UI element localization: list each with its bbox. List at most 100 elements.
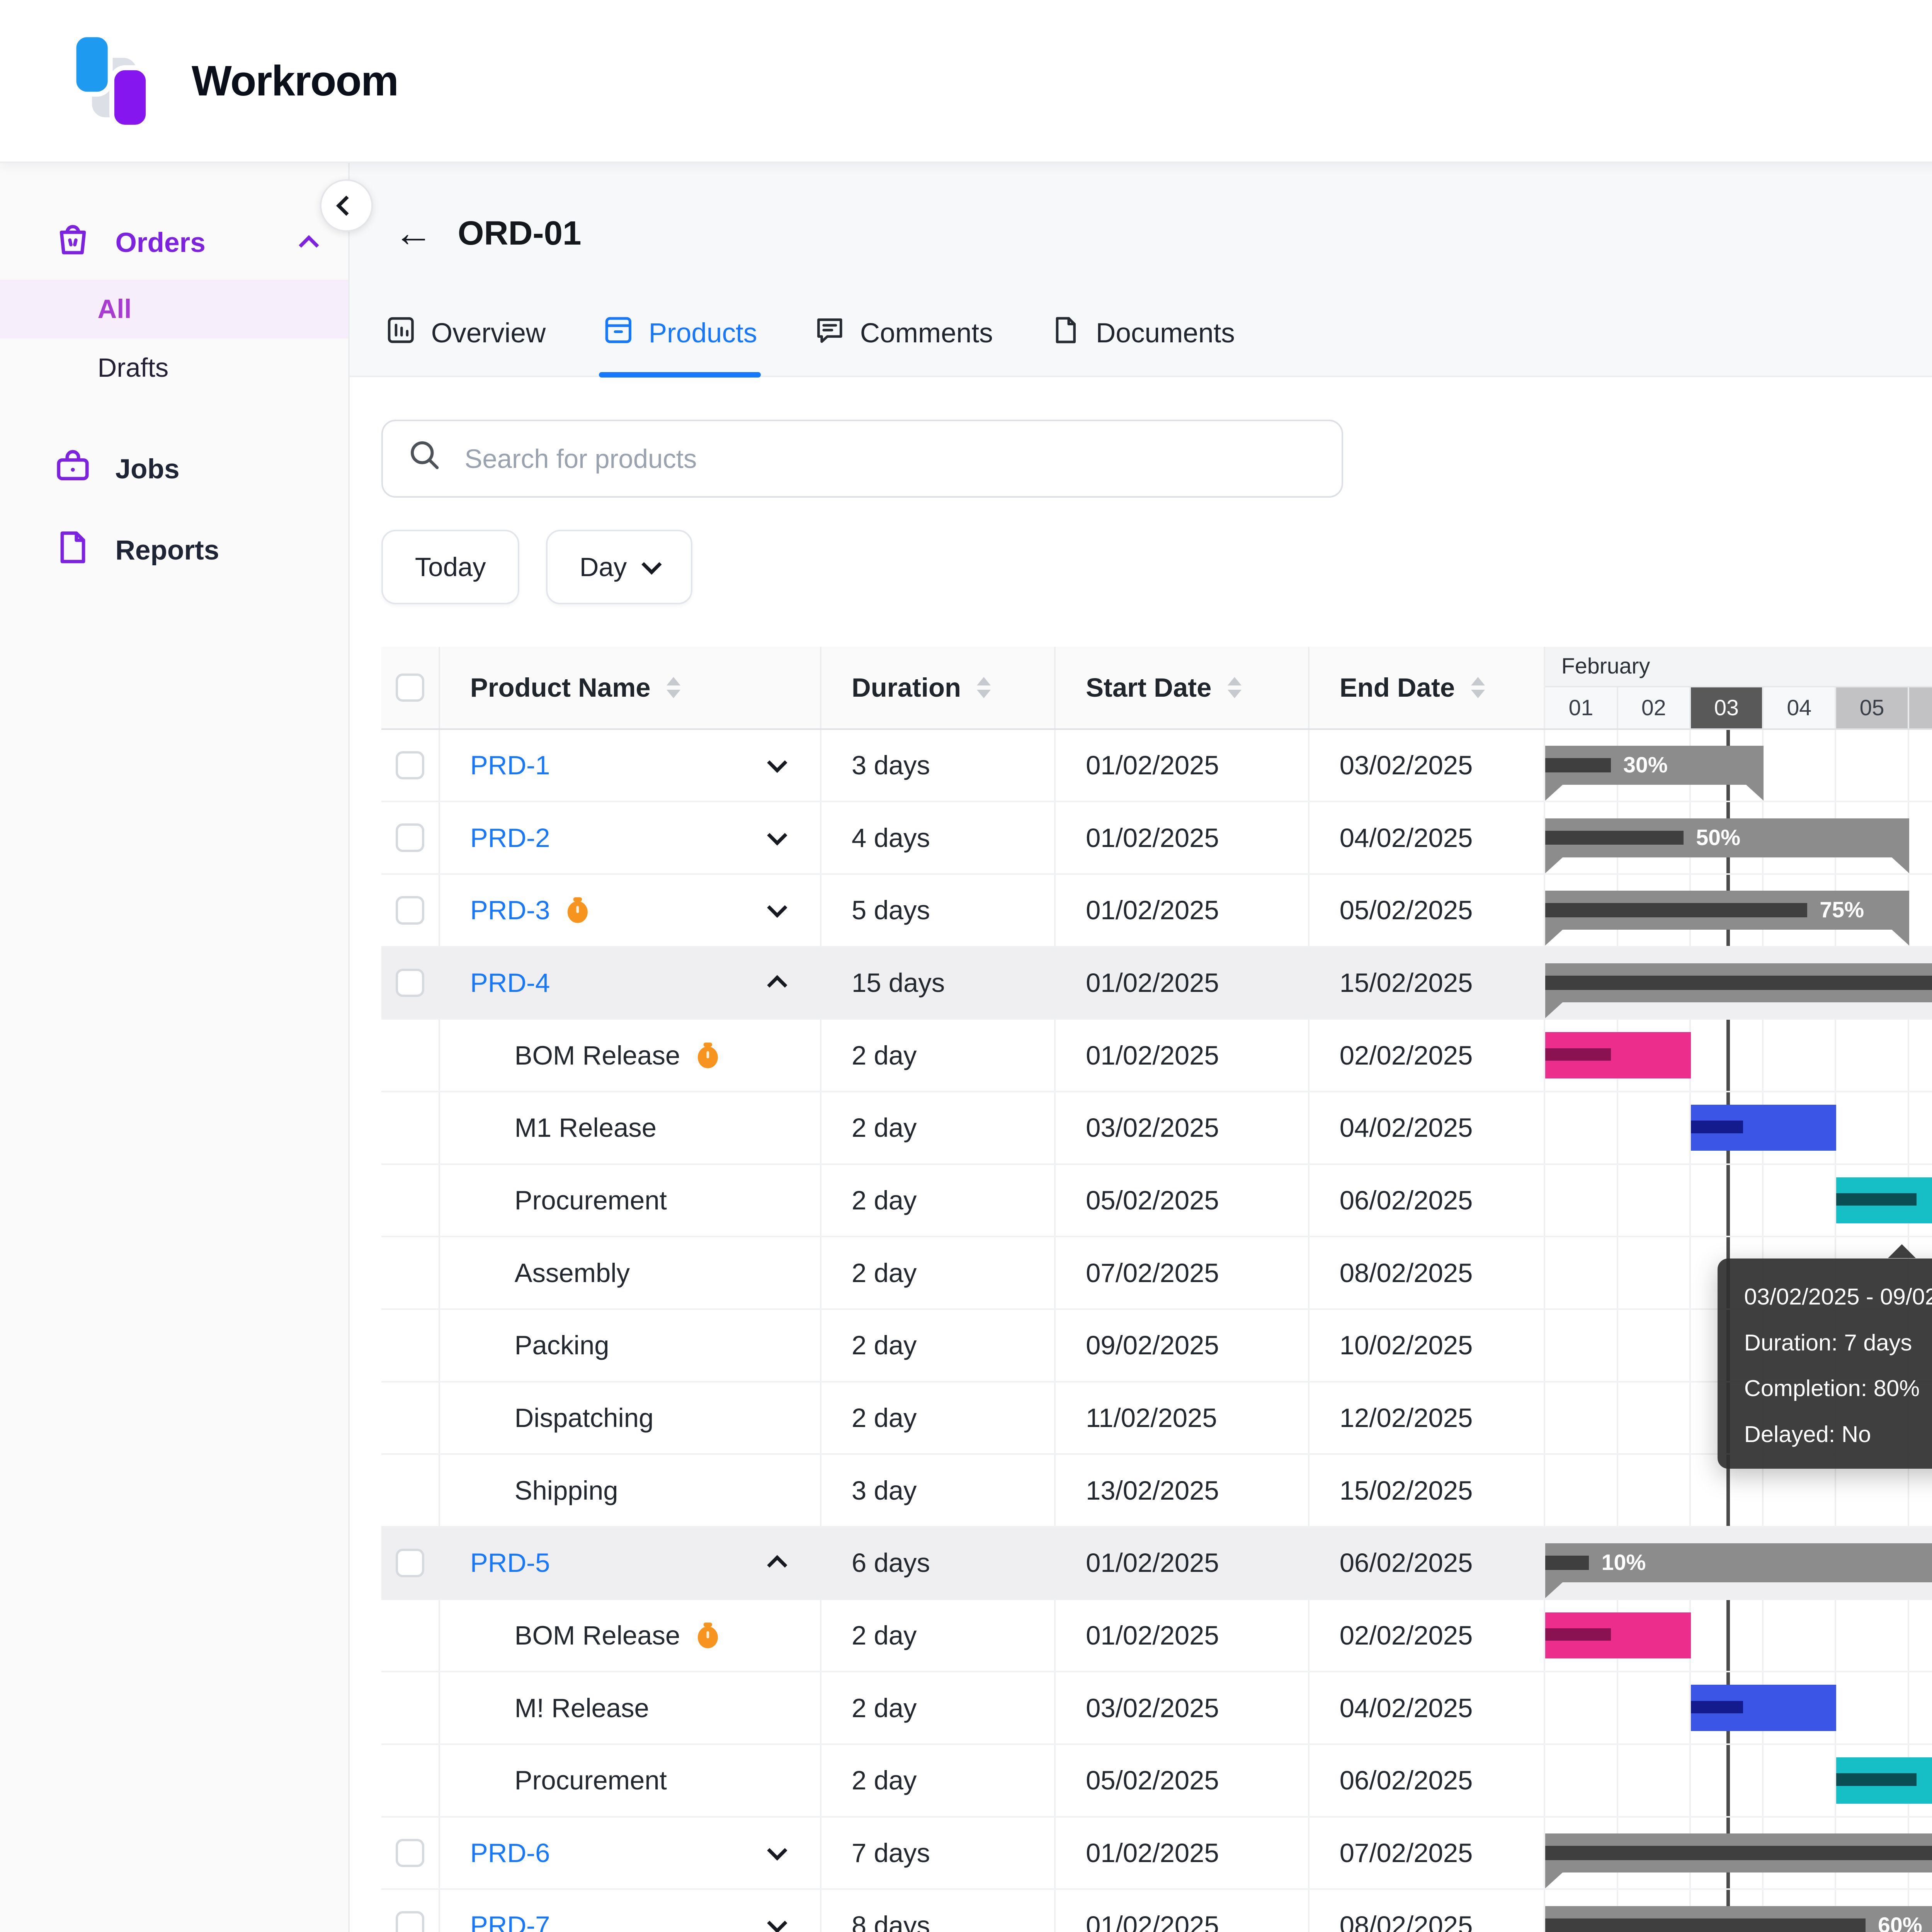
end-date-cell: 07/02/2025 bbox=[1310, 1818, 1546, 1889]
select-all-checkbox[interactable] bbox=[396, 673, 424, 702]
end-date-cell: 15/02/2025 bbox=[1310, 1455, 1546, 1526]
task-name: Assembly bbox=[470, 1258, 630, 1288]
sort-icon[interactable] bbox=[1471, 677, 1485, 698]
page-title: ORD-01 bbox=[458, 214, 582, 253]
row-checkbox[interactable] bbox=[396, 1839, 424, 1867]
gantt-summary-bar[interactable]: 50% bbox=[1545, 818, 1909, 857]
gantt-task-bar-pink[interactable] bbox=[1545, 1612, 1691, 1658]
task-name: BOM Release bbox=[470, 1040, 680, 1071]
gantt-task-bar-blue[interactable] bbox=[1691, 1105, 1837, 1151]
row-expand-chevron[interactable] bbox=[770, 1918, 784, 1932]
gantt-task-bar-teal[interactable] bbox=[1836, 1177, 1932, 1223]
day-scale-dropdown[interactable]: Day bbox=[546, 530, 692, 604]
duration-cell: 7 days bbox=[821, 1818, 1056, 1889]
column-header-product-name[interactable]: Product Name bbox=[440, 647, 821, 728]
tab-products[interactable]: Products bbox=[599, 307, 761, 376]
gantt-summary-bar[interactable]: 80% bbox=[1545, 1833, 1932, 1872]
gantt-summary-bar[interactable]: 60% bbox=[1545, 1906, 1932, 1932]
row-checkbox[interactable] bbox=[396, 823, 424, 852]
product-name-cell: PRD-1 bbox=[440, 730, 821, 801]
search-box[interactable] bbox=[381, 420, 1343, 498]
sort-icon[interactable] bbox=[1228, 677, 1242, 698]
completion-label: 10% bbox=[1602, 1543, 1646, 1582]
row-checkbox[interactable] bbox=[396, 896, 424, 924]
column-header-start-date[interactable]: Start Date bbox=[1056, 647, 1310, 728]
checkbox-cell bbox=[381, 1890, 440, 1932]
end-date-cell: 08/02/2025 bbox=[1310, 1890, 1546, 1932]
sidebar-collapse-button[interactable] bbox=[320, 179, 373, 232]
brand: Workroom bbox=[67, 30, 398, 132]
end-date-cell: 04/02/2025 bbox=[1310, 1092, 1546, 1163]
task-name: BOM Release bbox=[470, 1620, 680, 1651]
checkbox-cell bbox=[381, 802, 440, 873]
row-expand-chevron[interactable] bbox=[770, 903, 784, 917]
tab-comments[interactable]: Comments bbox=[810, 307, 997, 376]
checkbox-cell bbox=[381, 1745, 440, 1816]
app-title: Workroom bbox=[192, 56, 398, 105]
gantt-summary-bar[interactable]: 10% bbox=[1545, 1543, 1932, 1582]
table-row: BOM Release2 day01/02/202502/02/2025 bbox=[381, 1020, 1932, 1092]
row-expand-chevron[interactable] bbox=[770, 1846, 784, 1860]
product-link[interactable]: PRD-4 bbox=[470, 968, 550, 998]
back-arrow-icon[interactable]: ← bbox=[394, 214, 433, 253]
checkbox-cell bbox=[381, 1818, 440, 1889]
completion-label: 30% bbox=[1623, 746, 1668, 785]
start-date-cell: 11/02/2025 bbox=[1056, 1383, 1310, 1454]
column-header-end-date[interactable]: End Date bbox=[1310, 647, 1546, 728]
row-expand-chevron[interactable] bbox=[770, 831, 784, 845]
start-date-cell: 01/02/2025 bbox=[1056, 875, 1310, 946]
product-link[interactable]: PRD-6 bbox=[470, 1838, 550, 1868]
gantt-day-header: 06 bbox=[1909, 687, 1932, 728]
table-row: Packing2 day09/02/202510/02/2025 bbox=[381, 1310, 1932, 1383]
task-name: Shipping bbox=[470, 1475, 618, 1506]
product-link[interactable]: PRD-2 bbox=[470, 823, 550, 853]
search-input[interactable] bbox=[461, 442, 1316, 476]
start-date-cell: 01/02/2025 bbox=[1056, 1600, 1310, 1671]
gantt-task-bar-blue[interactable] bbox=[1691, 1685, 1837, 1731]
row-expand-chevron[interactable] bbox=[770, 976, 784, 990]
gantt-task-bar-pink[interactable] bbox=[1545, 1032, 1691, 1078]
task-name: Procurement bbox=[470, 1185, 667, 1216]
product-link[interactable]: PRD-3 bbox=[470, 895, 550, 925]
gantt-summary-bar[interactable]: 40% bbox=[1545, 963, 1932, 1002]
duration-cell: 5 days bbox=[821, 875, 1056, 946]
row-checkbox[interactable] bbox=[396, 1911, 424, 1932]
orders-bag-icon bbox=[53, 220, 92, 265]
checkbox-cell bbox=[381, 1092, 440, 1163]
end-date-cell: 06/02/2025 bbox=[1310, 1527, 1546, 1599]
task-name: Procurement bbox=[470, 1765, 667, 1796]
row-checkbox[interactable] bbox=[396, 1549, 424, 1577]
tab-documents[interactable]: Documents bbox=[1046, 307, 1238, 376]
sort-icon[interactable] bbox=[667, 677, 680, 698]
sidebar-item-drafts[interactable]: Drafts bbox=[0, 338, 348, 397]
checkbox-cell bbox=[381, 1237, 440, 1308]
sidebar-item-jobs[interactable]: Jobs bbox=[0, 429, 348, 510]
table-row: Assembly2 day07/02/202508/02/2025 bbox=[381, 1237, 1932, 1310]
table-header: Product Name Duration Start Date End Dat… bbox=[381, 647, 1932, 730]
row-expand-chevron[interactable] bbox=[770, 758, 784, 772]
duration-cell: 6 days bbox=[821, 1527, 1056, 1599]
end-date-cell: 05/02/2025 bbox=[1310, 875, 1546, 946]
checkbox-cell bbox=[381, 1455, 440, 1526]
start-date-cell: 03/02/2025 bbox=[1056, 1672, 1310, 1743]
today-button[interactable]: Today bbox=[381, 530, 519, 604]
row-checkbox[interactable] bbox=[396, 969, 424, 997]
table-row: Dispatching2 day11/02/202512/02/2025 bbox=[381, 1383, 1932, 1455]
sort-icon[interactable] bbox=[977, 677, 991, 698]
gantt-task-bar-teal[interactable] bbox=[1836, 1757, 1932, 1803]
sidebar-item-reports[interactable]: Reports bbox=[0, 510, 348, 591]
sidebar-item-orders[interactable]: Orders bbox=[0, 206, 348, 280]
gantt-summary-bar[interactable]: 75% bbox=[1545, 891, 1909, 930]
duration-cell: 15 days bbox=[821, 947, 1056, 1019]
product-link[interactable]: PRD-1 bbox=[470, 750, 550, 781]
row-expand-chevron[interactable] bbox=[770, 1556, 784, 1570]
duration-cell: 8 days bbox=[821, 1890, 1056, 1932]
sidebar-item-all[interactable]: All bbox=[0, 280, 348, 338]
gantt-summary-bar[interactable]: 30% bbox=[1545, 746, 1764, 785]
product-link[interactable]: PRD-5 bbox=[470, 1548, 550, 1578]
end-date-cell: 08/02/2025 bbox=[1310, 1237, 1546, 1308]
row-checkbox[interactable] bbox=[396, 751, 424, 779]
tab-overview[interactable]: Overview bbox=[381, 307, 549, 376]
column-header-duration[interactable]: Duration bbox=[821, 647, 1056, 728]
product-link[interactable]: PRD-7 bbox=[470, 1910, 550, 1932]
